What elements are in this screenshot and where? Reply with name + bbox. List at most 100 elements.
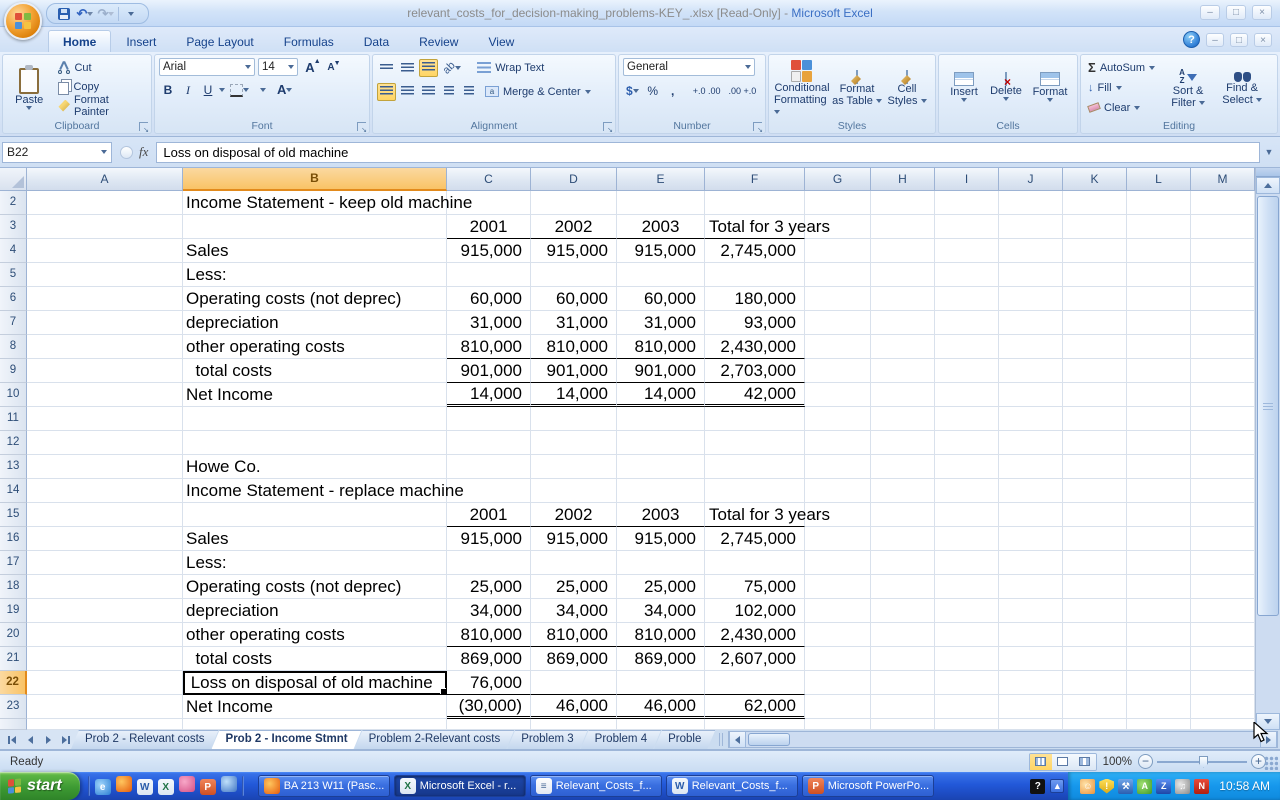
cell-E24[interactable] (617, 719, 705, 730)
cell-K21[interactable] (1063, 647, 1127, 671)
tab-insert[interactable]: Insert (111, 30, 171, 52)
cell-G18[interactable] (805, 575, 871, 599)
cell-A22[interactable] (27, 671, 183, 695)
cell-A5[interactable] (27, 263, 183, 287)
tab-page-layout[interactable]: Page Layout (171, 30, 268, 52)
cell-L2[interactable] (1127, 191, 1191, 215)
office-button[interactable] (4, 2, 42, 40)
cell-K9[interactable] (1063, 359, 1127, 383)
row-header-11[interactable]: 11 (0, 407, 27, 431)
cell-E4[interactable]: 915,000 (617, 239, 705, 263)
cell-D17[interactable] (531, 551, 617, 575)
cell-B13[interactable]: Howe Co. (183, 455, 447, 479)
cell-H13[interactable] (871, 455, 935, 479)
cell-J8[interactable] (999, 335, 1063, 359)
fill-button[interactable]: ↓Fill (1085, 78, 1158, 97)
cell-L18[interactable] (1127, 575, 1191, 599)
cell-J13[interactable] (999, 455, 1063, 479)
insert-function-icon[interactable]: fx (139, 144, 148, 160)
cell-G23[interactable] (805, 695, 871, 719)
cell-I22[interactable] (935, 671, 999, 695)
cell-M14[interactable] (1191, 479, 1255, 503)
vertical-scroll-track[interactable] (1256, 194, 1280, 713)
cell-E16[interactable]: 915,000 (617, 527, 705, 551)
row-header-15[interactable]: 15 (0, 503, 27, 527)
next-sheet-icon[interactable] (40, 732, 56, 747)
column-header-L[interactable]: L (1127, 168, 1191, 191)
cell-F11[interactable] (705, 407, 805, 431)
cell-D21[interactable]: 869,000 (531, 647, 617, 671)
cell-L3[interactable] (1127, 215, 1191, 239)
cell-A4[interactable] (27, 239, 183, 263)
cell-G9[interactable] (805, 359, 871, 383)
cell-L5[interactable] (1127, 263, 1191, 287)
cell-D19[interactable]: 34,000 (531, 599, 617, 623)
cell-L15[interactable] (1127, 503, 1191, 527)
cell-styles-button[interactable]: CellStyles (884, 58, 930, 120)
cell-G12[interactable] (805, 431, 871, 455)
delete-cells-button[interactable]: × Delete (986, 58, 1026, 116)
cell-D15[interactable]: 2002 (531, 503, 617, 527)
cell-B23[interactable]: Net Income (183, 695, 447, 719)
cell-M5[interactable] (1191, 263, 1255, 287)
cell-B17[interactable]: Less: (183, 551, 447, 575)
cell-J15[interactable] (999, 503, 1063, 527)
cell-D24[interactable] (531, 719, 617, 730)
zoom-out-button[interactable]: − (1138, 754, 1153, 769)
cell-I20[interactable] (935, 623, 999, 647)
cell-I18[interactable] (935, 575, 999, 599)
cell-E6[interactable]: 60,000 (617, 287, 705, 311)
cell-E18[interactable]: 25,000 (617, 575, 705, 599)
cell-C9[interactable]: 901,000 (447, 359, 531, 383)
cell-M4[interactable] (1191, 239, 1255, 263)
cell-J20[interactable] (999, 623, 1063, 647)
tray-volume-icon[interactable]: ♫ (1175, 779, 1190, 794)
cell-K2[interactable] (1063, 191, 1127, 215)
cell-G20[interactable] (805, 623, 871, 647)
cell-M23[interactable] (1191, 695, 1255, 719)
cell-G14[interactable] (805, 479, 871, 503)
cell-J12[interactable] (999, 431, 1063, 455)
row-header-9[interactable]: 9 (0, 359, 27, 383)
cell-B11[interactable] (183, 407, 447, 431)
orientation-button[interactable]: ab (440, 59, 464, 77)
cell-C4[interactable]: 915,000 (447, 239, 531, 263)
cell-K7[interactable] (1063, 311, 1127, 335)
cell-A21[interactable] (27, 647, 183, 671)
cell-B18[interactable]: Operating costs (not deprec) (183, 575, 447, 599)
cell-K3[interactable] (1063, 215, 1127, 239)
show-hidden-icons-icon[interactable]: ▲ (1050, 779, 1064, 793)
cell-K6[interactable] (1063, 287, 1127, 311)
scroll-up-button[interactable] (1256, 177, 1280, 194)
cell-L17[interactable] (1127, 551, 1191, 575)
cell-C16[interactable]: 915,000 (447, 527, 531, 551)
cell-A12[interactable] (27, 431, 183, 455)
cell-B10[interactable]: Net Income (183, 383, 447, 407)
cell-F16[interactable]: 2,745,000 (705, 527, 805, 551)
cell-D6[interactable]: 60,000 (531, 287, 617, 311)
cell-E22[interactable] (617, 671, 705, 695)
cell-L16[interactable] (1127, 527, 1191, 551)
taskbar-button-5[interactable]: PMicrosoft PowerPo... (802, 775, 934, 797)
cell-K4[interactable] (1063, 239, 1127, 263)
column-header-A[interactable]: A (27, 168, 183, 191)
cell-F8[interactable]: 2,430,000 (705, 335, 805, 359)
cell-H9[interactable] (871, 359, 935, 383)
cell-I23[interactable] (935, 695, 999, 719)
cell-D5[interactable] (531, 263, 617, 287)
zoom-level[interactable]: 100% (1103, 756, 1132, 768)
cell-A13[interactable] (27, 455, 183, 479)
row-header-10[interactable]: 10 (0, 383, 27, 407)
cell-L20[interactable] (1127, 623, 1191, 647)
help-icon[interactable]: ? (1183, 31, 1200, 48)
cell-F15[interactable]: Total for 3 years (705, 503, 805, 527)
cell-A6[interactable] (27, 287, 183, 311)
quick-launch-messenger-icon[interactable] (221, 776, 237, 797)
cell-H23[interactable] (871, 695, 935, 719)
cell-J17[interactable] (999, 551, 1063, 575)
cell-C24[interactable] (447, 719, 531, 730)
increase-indent-button[interactable] (460, 83, 478, 101)
cell-I16[interactable] (935, 527, 999, 551)
align-left-button[interactable] (377, 83, 396, 101)
row-header-5[interactable]: 5 (0, 263, 27, 287)
